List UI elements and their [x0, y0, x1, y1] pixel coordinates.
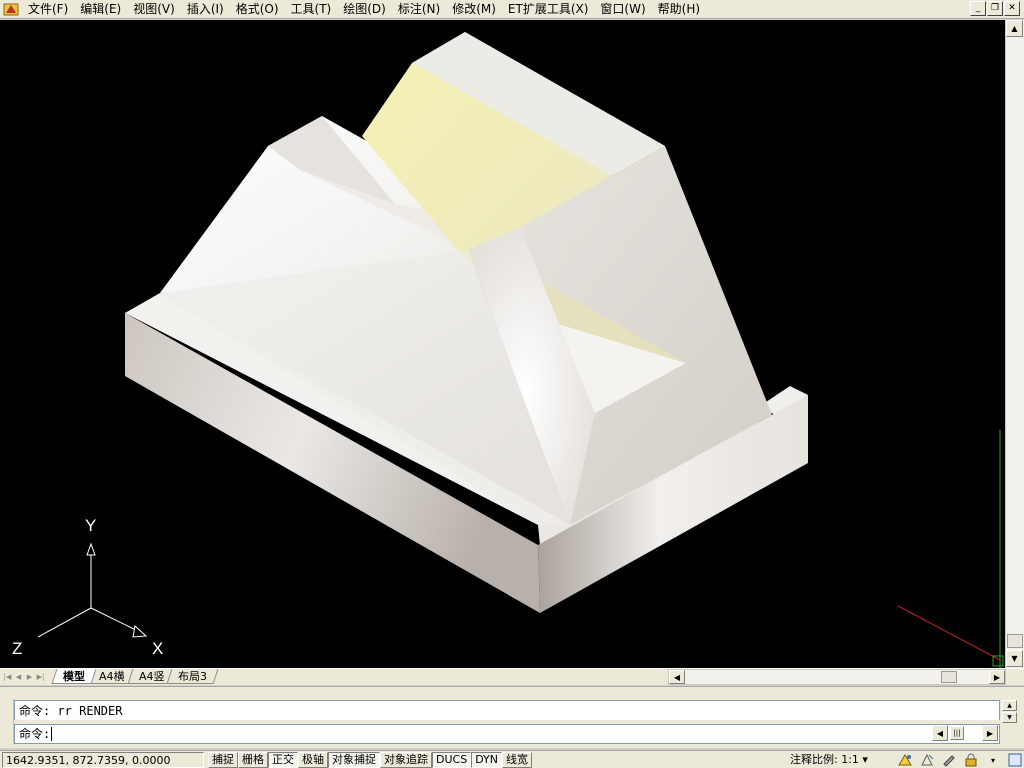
- command-input[interactable]: 命令:: [14, 724, 1000, 744]
- scroll-up-button[interactable]: ▲: [1006, 20, 1023, 37]
- annotation-scale[interactable]: 注释比例: 1:1 ▾: [790, 752, 868, 768]
- menu-bar: 文件(F) 编辑(E) 视图(V) 插入(I) 格式(O) 工具(T) 绘图(D…: [0, 0, 1024, 19]
- menu-help[interactable]: 帮助(H): [652, 0, 706, 18]
- autocad-window: 文件(F) 编辑(E) 视图(V) 插入(I) 格式(O) 工具(T) 绘图(D…: [0, 0, 1024, 768]
- viewport-vertical-scrollbar[interactable]: ▲ ▼: [1005, 20, 1024, 668]
- scroll-left-button[interactable]: ◀: [669, 670, 685, 684]
- toggle-osnap[interactable]: 对象捕捉: [328, 751, 380, 768]
- prev-tab-icon[interactable]: ◀: [13, 670, 24, 683]
- auto-scale-icon[interactable]: [918, 753, 936, 768]
- annotation-scale-value: 1:1 ▾: [841, 753, 868, 766]
- viewport-horizontal-scrollbar[interactable]: ◀ ▶: [668, 669, 1006, 685]
- toggle-snap[interactable]: 捕捉: [208, 751, 238, 768]
- command-scroll-thumb[interactable]: |||: [950, 726, 964, 740]
- crosshair-diagonal: [897, 605, 1001, 661]
- toggle-dyn[interactable]: DYN: [471, 751, 503, 768]
- scroll-down-button[interactable]: ▼: [1006, 650, 1023, 667]
- app-icon[interactable]: [2, 0, 20, 18]
- toggle-polar[interactable]: 极轴: [298, 751, 328, 768]
- tab-layout3[interactable]: 布局3: [166, 669, 219, 684]
- layout-tabs: 模型 A4横 A4竖 布局3: [51, 669, 219, 685]
- text-caret: [51, 727, 53, 741]
- toggle-ortho[interactable]: 正交: [268, 751, 298, 768]
- horizontal-scroll-thumb[interactable]: [941, 671, 957, 683]
- command-scroll-down-button[interactable]: ▼: [1002, 712, 1017, 723]
- layout-tab-bar: |◀ ◀ ▶ ▶| 模型 A4横 A4竖 布局3 ◀ ▶: [0, 668, 1024, 685]
- lock-icon[interactable]: [962, 753, 980, 768]
- menu-window[interactable]: 窗口(W): [594, 0, 651, 18]
- tab-model[interactable]: 模型: [51, 669, 97, 684]
- command-scroll-left-button[interactable]: ◀: [932, 725, 948, 741]
- menu-dimension[interactable]: 标注(N): [392, 0, 446, 18]
- command-history: 命令: rr RENDER: [14, 700, 1000, 720]
- toggle-ducs[interactable]: DUCS: [432, 751, 472, 768]
- command-scroll-right-button[interactable]: ▶: [982, 725, 998, 741]
- command-horizontal-scrollbar[interactable]: ◀ ||| ▶: [932, 725, 1000, 743]
- command-prompt: 命令:: [19, 727, 51, 741]
- menu-modify[interactable]: 修改(M): [446, 0, 502, 18]
- ucs-icon: [37, 542, 148, 638]
- menu-insert[interactable]: 插入(I): [181, 0, 230, 18]
- workspace-icon[interactable]: [940, 753, 958, 768]
- annotation-scale-label: 注释比例:: [790, 753, 838, 766]
- last-tab-icon[interactable]: ▶|: [35, 670, 46, 683]
- status-tray: ▾: [896, 752, 1024, 768]
- menu-format[interactable]: 格式(O): [230, 0, 285, 18]
- toggle-otrack[interactable]: 对象追踪: [380, 751, 432, 768]
- menu-items: 文件(F) 编辑(E) 视图(V) 插入(I) 格式(O) 工具(T) 绘图(D…: [22, 0, 706, 19]
- drafting-toggles: 捕捉 栅格 正交 极轴 对象捕捉 对象追踪 DUCS DYN 线宽: [208, 751, 533, 768]
- vertical-scroll-thumb[interactable]: [1007, 634, 1023, 648]
- menu-file[interactable]: 文件(F): [22, 0, 74, 18]
- menu-tools[interactable]: 工具(T): [285, 0, 338, 18]
- toggle-lineweight[interactable]: 线宽: [502, 751, 533, 768]
- toggle-grid[interactable]: 栅格: [238, 751, 268, 768]
- command-window: 命令: rr RENDER 命令: ▲ ▼ ◀ ||| ▶: [0, 686, 1024, 748]
- menu-edit[interactable]: 编辑(E): [74, 0, 127, 18]
- drawing-viewport[interactable]: Y X Z: [0, 20, 1005, 668]
- scroll-right-button[interactable]: ▶: [989, 670, 1005, 684]
- tab-navigation: |◀ ◀ ▶ ▶|: [2, 670, 46, 683]
- coordinate-readout[interactable]: 1642.9351, 872.7359, 0.0000: [2, 751, 204, 768]
- command-vertical-scrollbar[interactable]: ▲ ▼: [1002, 700, 1019, 724]
- rendered-model: Y X Z: [12, 32, 1004, 668]
- annotation-visibility-icon[interactable]: [896, 753, 914, 768]
- command-scroll-up-button[interactable]: ▲: [1002, 700, 1017, 711]
- command-window-handle[interactable]: [0, 699, 14, 745]
- ucs-z-label: Z: [12, 639, 22, 658]
- next-tab-icon[interactable]: ▶: [24, 670, 35, 683]
- minimize-button[interactable]: _: [970, 1, 986, 16]
- ucs-x-label: X: [152, 639, 163, 658]
- close-button[interactable]: ✕: [1004, 1, 1020, 16]
- ucs-y-label: Y: [85, 516, 96, 535]
- menu-express-tools[interactable]: ET扩展工具(X): [502, 0, 595, 18]
- menu-draw[interactable]: 绘图(D): [337, 0, 392, 18]
- menu-view[interactable]: 视图(V): [127, 0, 181, 18]
- status-bar: 1642.9351, 872.7359, 0.0000 捕捉 栅格 正交 极轴 …: [0, 750, 1024, 768]
- first-tab-icon[interactable]: |◀: [2, 670, 13, 683]
- tray-menu-icon[interactable]: ▾: [984, 753, 1002, 768]
- restore-button[interactable]: ❐: [987, 1, 1003, 16]
- clean-screen-icon[interactable]: [1006, 753, 1024, 768]
- window-controls: _ ❐ ✕: [970, 1, 1020, 16]
